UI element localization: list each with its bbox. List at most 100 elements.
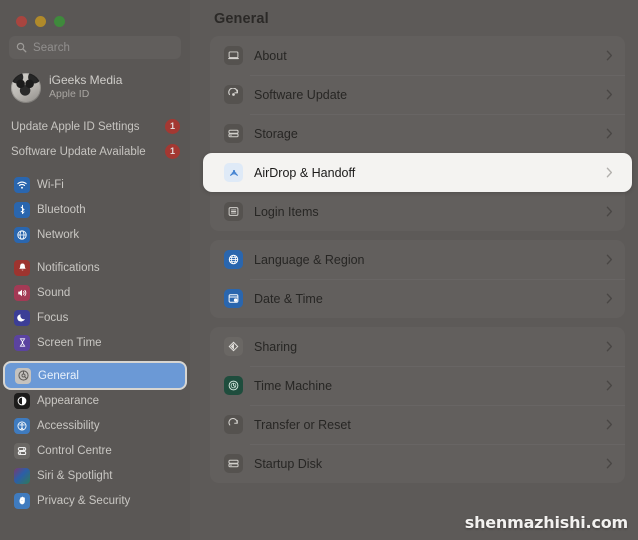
login-items-icon — [224, 202, 243, 221]
control-centre-icon — [14, 442, 30, 459]
storage-drive-icon — [224, 124, 243, 143]
window-controls — [0, 0, 190, 32]
settings-group-locale: Language & Region Date & Time — [210, 240, 625, 318]
chevron-right-icon — [606, 50, 613, 61]
search-container: Search — [0, 32, 190, 59]
sidebar-item-label: Sound — [37, 286, 71, 299]
sidebar-group-notifications: Notifications Sound Focus Screen Time — [0, 247, 190, 355]
sidebar-item-label: Privacy & Security — [37, 494, 131, 507]
watermark: shenmazhishi.com — [464, 513, 628, 532]
sidebar-item-label: Accessibility — [37, 419, 100, 432]
system-settings-window: Search iGeeks Media Apple ID Update Appl… — [0, 0, 638, 540]
sidebar-item-label: General — [38, 369, 79, 382]
settings-row-language-region[interactable]: Language & Region — [210, 240, 625, 279]
settings-row-label: Startup Disk — [254, 456, 323, 471]
hourglass-icon — [14, 334, 30, 351]
settings-row-sharing[interactable]: Sharing — [210, 327, 625, 366]
accessibility-icon — [14, 417, 30, 434]
sidebar-item-label: Siri & Spotlight — [37, 469, 113, 482]
close-button[interactable] — [16, 15, 27, 27]
settings-row-storage[interactable]: Storage — [210, 114, 625, 153]
chevron-right-icon — [606, 206, 613, 217]
notice-label: Update Apple ID Settings — [11, 120, 140, 133]
sidebar-item-sound[interactable]: Sound — [4, 280, 186, 305]
chevron-right-icon — [606, 458, 613, 469]
sidebar-item-label: Network — [37, 228, 80, 241]
search-input[interactable]: Search — [9, 36, 181, 59]
sidebar-item-accessibility[interactable]: Accessibility — [4, 413, 186, 438]
settings-row-transfer-or-reset[interactable]: Transfer or Reset — [210, 405, 625, 444]
settings-group-system-services: Sharing Time Machine Transfer or Reset S… — [210, 327, 625, 483]
sidebar-item-label: Wi-Fi — [37, 178, 64, 191]
bell-icon — [14, 259, 30, 276]
sidebar-item-control-centre[interactable]: Control Centre — [4, 438, 186, 463]
zoom-button[interactable] — [54, 15, 65, 27]
sidebar-item-focus[interactable]: Focus — [4, 305, 186, 330]
settings-row-label: Storage — [254, 126, 298, 141]
sidebar-item-screen-time[interactable]: Screen Time — [4, 330, 186, 355]
sidebar-item-privacy-security[interactable]: Privacy & Security — [4, 488, 186, 513]
settings-row-startup-disk[interactable]: Startup Disk — [210, 444, 625, 483]
main-content: General About Software Update Storage Ai… — [190, 0, 638, 540]
software-update-icon — [224, 85, 243, 104]
notice-update-apple-id[interactable]: Update Apple ID Settings 1 — [0, 114, 190, 139]
speaker-icon — [14, 284, 30, 301]
settings-row-label: Time Machine — [254, 378, 333, 393]
sidebar-item-label: Focus — [37, 311, 69, 324]
wifi-icon — [14, 176, 30, 193]
sidebar-item-label: Control Centre — [37, 444, 112, 457]
bluetooth-icon — [14, 201, 30, 218]
sidebar-item-network[interactable]: Network — [4, 222, 186, 247]
notices-list: Update Apple ID Settings 1 Software Upda… — [0, 105, 190, 164]
minimize-button[interactable] — [35, 15, 46, 27]
appearance-contrast-icon — [14, 392, 30, 409]
status-badge: 1 — [165, 119, 180, 134]
chevron-right-icon — [606, 293, 613, 304]
sidebar-item-siri-spotlight[interactable]: Siri & Spotlight — [4, 463, 186, 488]
sidebar-group-system: General Appearance Accessibility Control… — [0, 355, 190, 513]
chevron-right-icon — [606, 419, 613, 430]
settings-row-airdrop-handoff[interactable]: AirDrop & Handoff — [203, 153, 632, 192]
account-subtitle: Apple ID — [49, 88, 90, 101]
sidebar-item-label: Notifications — [37, 261, 100, 274]
sidebar-item-label: Appearance — [37, 394, 100, 407]
chevron-right-icon — [606, 128, 613, 139]
language-region-globe-icon — [224, 250, 243, 269]
chevron-right-icon — [606, 380, 613, 391]
sidebar-item-bluetooth[interactable]: Bluetooth — [4, 197, 186, 222]
chevron-right-icon — [606, 341, 613, 352]
settings-row-label: Language & Region — [254, 252, 365, 267]
sidebar-item-label: Screen Time — [37, 336, 102, 349]
sidebar-item-appearance[interactable]: Appearance — [4, 388, 186, 413]
page-title: General — [214, 11, 269, 27]
sidebar-item-wifi[interactable]: Wi-Fi — [4, 172, 186, 197]
settings-row-login-items[interactable]: Login Items — [210, 192, 625, 231]
notice-label: Software Update Available — [11, 145, 146, 158]
time-machine-icon — [224, 376, 243, 395]
settings-group-device: About Software Update Storage AirDrop & … — [203, 36, 632, 231]
settings-row-about[interactable]: About — [210, 36, 625, 75]
settings-row-software-update[interactable]: Software Update — [210, 75, 625, 114]
moon-icon — [14, 309, 30, 326]
sharing-icon — [224, 337, 243, 356]
status-badge: 1 — [165, 144, 180, 159]
notice-software-update[interactable]: Software Update Available 1 — [0, 139, 190, 164]
settings-row-date-time[interactable]: Date & Time — [210, 279, 625, 318]
apple-id-account-row[interactable]: iGeeks Media Apple ID — [0, 59, 190, 105]
settings-row-label: AirDrop & Handoff — [254, 165, 356, 180]
about-laptop-icon — [224, 46, 243, 65]
chevron-right-icon — [606, 89, 613, 100]
account-name: iGeeks Media — [49, 73, 123, 88]
settings-list: About Software Update Storage AirDrop & … — [190, 27, 638, 483]
search-icon — [16, 42, 27, 53]
chevron-right-icon — [606, 167, 613, 178]
gear-icon — [15, 367, 31, 384]
settings-row-label: Software Update — [254, 87, 348, 102]
date-time-icon — [224, 289, 243, 308]
sidebar-item-general[interactable]: General — [5, 363, 185, 388]
sidebar-group-connectivity: Wi-Fi Bluetooth Network — [0, 164, 190, 247]
settings-row-time-machine[interactable]: Time Machine — [210, 366, 625, 405]
transfer-reset-icon — [224, 415, 243, 434]
privacy-hand-icon — [14, 492, 30, 509]
sidebar-item-notifications[interactable]: Notifications — [4, 255, 186, 280]
